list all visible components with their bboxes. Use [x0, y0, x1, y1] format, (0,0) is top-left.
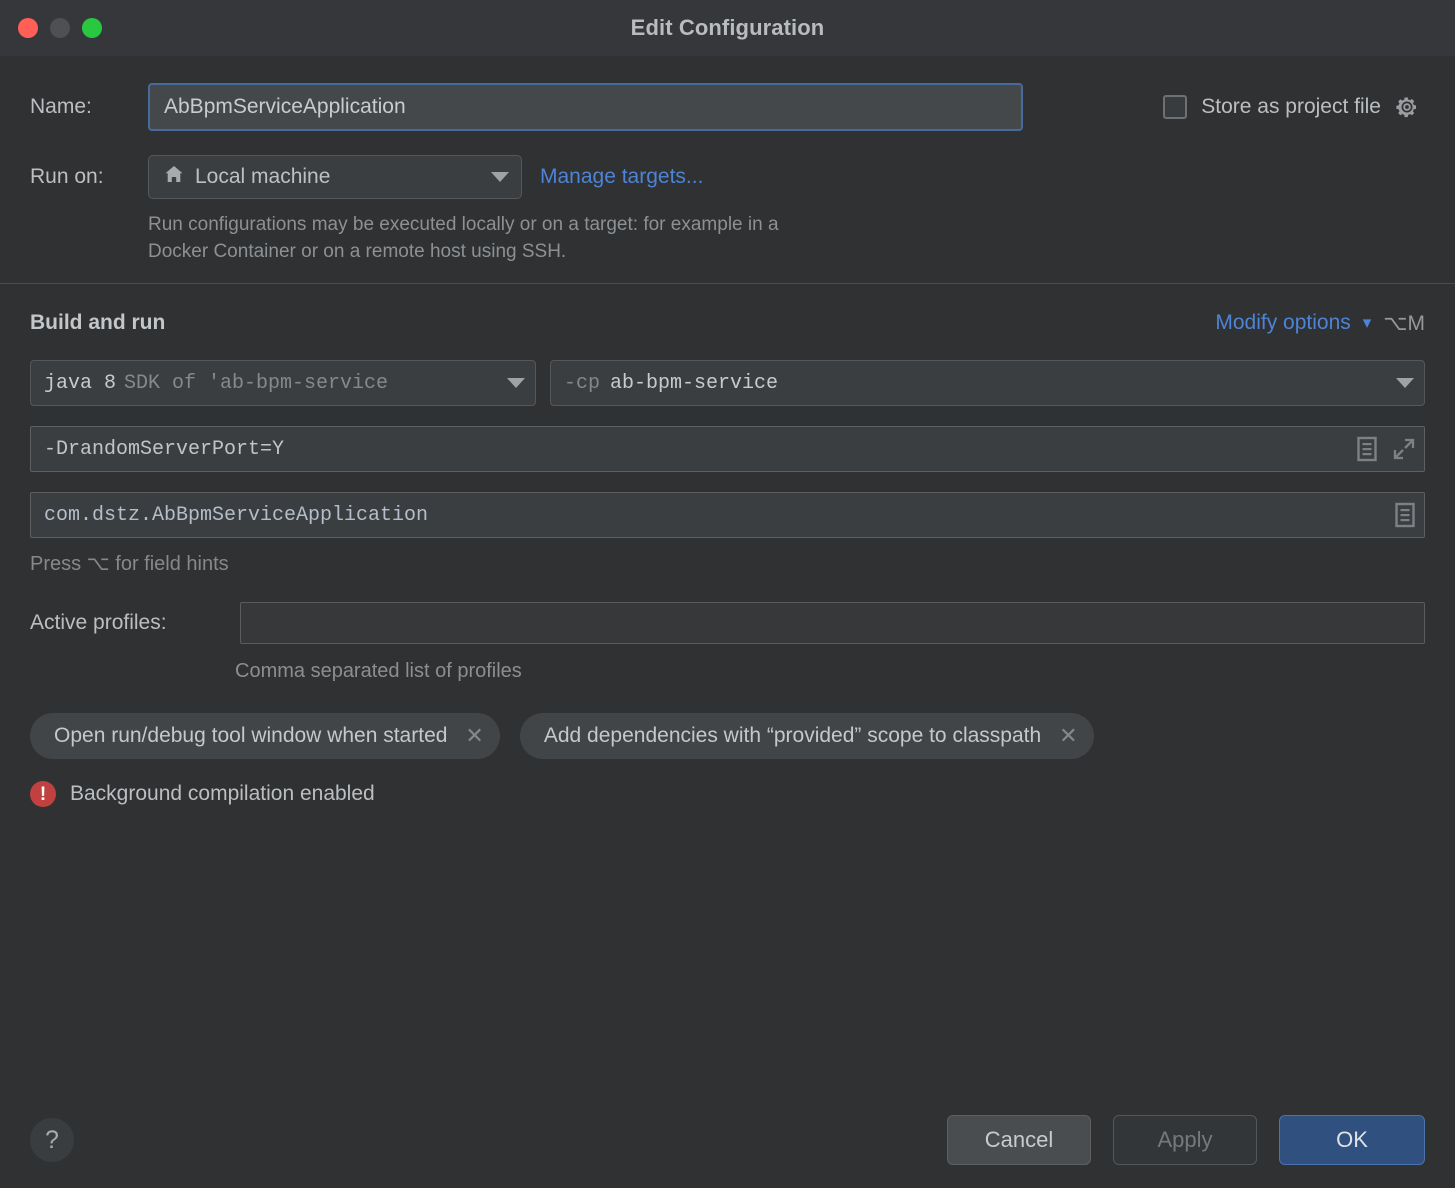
- jdk-combo[interactable]: java 8 SDK of 'ab-bpm-service: [30, 360, 536, 406]
- cancel-button[interactable]: Cancel: [947, 1115, 1091, 1165]
- home-icon: [163, 163, 185, 191]
- gear-icon[interactable]: [1395, 95, 1419, 119]
- chip-open-run-debug-tool-window[interactable]: Open run/debug tool window when started …: [30, 713, 500, 759]
- name-row: Name: Store as project file: [30, 83, 1425, 131]
- store-as-project-file-checkbox[interactable]: [1163, 95, 1188, 119]
- active-profiles-input[interactable]: [240, 602, 1425, 644]
- dialog-title: Edit Configuration: [630, 15, 825, 40]
- vm-options-icons: [1348, 436, 1416, 462]
- configuration-name-input[interactable]: [148, 83, 1023, 131]
- modify-options-shortcut: ⌥M: [1383, 311, 1425, 335]
- insert-macro-icon[interactable]: [1356, 436, 1378, 462]
- classpath-module-combo[interactable]: -cp ab-bpm-service: [550, 360, 1425, 406]
- dialog-buttons: Cancel Apply OK: [947, 1115, 1425, 1165]
- help-button[interactable]: ?: [30, 1118, 74, 1162]
- run-on-label: Run on:: [30, 165, 104, 188]
- main-class-value: com.dstz.AbBpmServiceApplication: [44, 503, 429, 527]
- maximize-button[interactable]: [82, 18, 102, 38]
- vm-options-row: -DrandomServerPort=Y: [30, 426, 1425, 472]
- dialog-content: Name: Store as project file Run on:: [0, 56, 1455, 1092]
- vm-options-value: -DrandomServerPort=Y: [44, 437, 285, 461]
- close-button[interactable]: [18, 18, 38, 38]
- store-as-project-file-label: Store as project file: [1201, 95, 1381, 118]
- build-and-run-header: Build and run Modify options ▾ ⌥M: [30, 306, 1425, 340]
- insert-macro-icon[interactable]: [1394, 502, 1416, 528]
- jdk-description: SDK of 'ab-bpm-service: [124, 371, 389, 395]
- apply-button[interactable]: Apply: [1113, 1115, 1257, 1165]
- chip-label: Open run/debug tool window when started: [54, 724, 448, 747]
- error-icon: !: [30, 781, 56, 807]
- build-and-run-actions: Modify options ▾ ⌥M: [1215, 311, 1425, 336]
- manage-targets-link[interactable]: Manage targets...: [540, 165, 703, 189]
- main-class-field[interactable]: com.dstz.AbBpmServiceApplication: [30, 492, 1425, 538]
- chip-add-provided-dependencies[interactable]: Add dependencies with “provided” scope t…: [519, 713, 1094, 759]
- section-divider: [0, 283, 1455, 284]
- run-on-target-value: Local machine: [195, 165, 331, 188]
- chevron-down-icon[interactable]: ▾: [1363, 314, 1372, 331]
- main-class-icons: [1386, 502, 1416, 528]
- close-icon[interactable]: ✕: [1059, 725, 1077, 747]
- chevron-down-icon: [491, 172, 509, 182]
- classpath-flag: -cp: [564, 371, 601, 395]
- run-on-row: Run on: Local machine Manage targets...: [30, 155, 1425, 199]
- vm-options-field[interactable]: -DrandomServerPort=Y: [30, 426, 1425, 472]
- minimize-button[interactable]: [50, 18, 70, 38]
- ok-button[interactable]: OK: [1279, 1115, 1425, 1165]
- option-chips: Open run/debug tool window when started …: [30, 713, 1425, 759]
- chevron-down-icon: [507, 378, 525, 388]
- classpath-module: ab-bpm-service: [610, 371, 779, 395]
- main-class-row: com.dstz.AbBpmServiceApplication: [30, 492, 1425, 538]
- field-hints-text: Press ⌥ for field hints: [30, 553, 229, 575]
- title-bar: Edit Configuration: [0, 0, 1455, 56]
- build-and-run-title: Build and run: [30, 311, 166, 334]
- chip-label: Add dependencies with “provided” scope t…: [543, 724, 1042, 747]
- edit-configuration-dialog: Edit Configuration Name: Store as projec…: [0, 0, 1455, 1188]
- close-icon[interactable]: ✕: [465, 725, 483, 747]
- dialog-footer: ? Cancel Apply OK: [0, 1092, 1455, 1188]
- jdk-name: java 8: [44, 371, 117, 395]
- active-profiles-row: Active profiles:: [30, 602, 1425, 644]
- active-profiles-hint: Comma separated list of profiles: [235, 660, 522, 682]
- store-as-project-file-group: Store as project file: [1163, 95, 1425, 119]
- window-controls: [18, 18, 102, 38]
- name-label: Name:: [30, 95, 92, 118]
- warning-text: Background compilation enabled: [70, 782, 375, 805]
- chevron-down-icon: [1396, 378, 1414, 388]
- run-on-description: Run configurations may be executed local…: [148, 214, 779, 262]
- jdk-classpath-row: java 8 SDK of 'ab-bpm-service -cp ab-bpm…: [30, 360, 1425, 406]
- expand-icon[interactable]: [1392, 437, 1416, 461]
- modify-options-link[interactable]: Modify options: [1215, 311, 1350, 335]
- warning-row: ! Background compilation enabled: [30, 781, 1425, 807]
- run-on-target-combo[interactable]: Local machine: [148, 155, 522, 199]
- active-profiles-label: Active profiles:: [30, 611, 167, 634]
